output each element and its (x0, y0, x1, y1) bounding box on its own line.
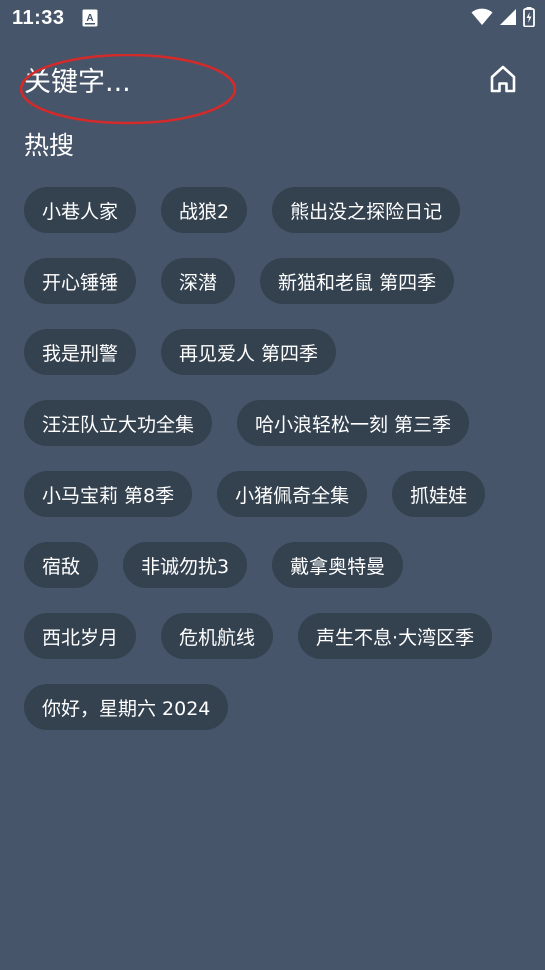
wifi-icon (471, 8, 493, 30)
status-bar: 11:33 A (0, 0, 545, 38)
hot-search-tag[interactable]: 我是刑警 (24, 329, 137, 375)
hot-search-tag[interactable]: 汪汪队立大功全集 (24, 400, 213, 446)
hot-search-tag[interactable]: 宿敌 (24, 542, 99, 588)
home-icon (488, 64, 518, 98)
hot-search-tag[interactable]: 再见爱人 第四季 (161, 329, 337, 375)
battery-charging-icon (523, 7, 535, 31)
status-icons (471, 7, 535, 31)
hot-search-tag[interactable]: 你好，星期六 2024 (24, 684, 229, 730)
hot-search-tag[interactable]: 危机航线 (161, 613, 274, 659)
hot-search-tag[interactable]: 熊出没之探险日记 (272, 187, 461, 233)
hot-search-tag[interactable]: 抓娃娃 (392, 471, 486, 517)
app-a-icon: A (82, 9, 98, 27)
search-input[interactable] (24, 62, 444, 102)
hot-search-tag[interactable]: 哈小浪轻松一刻 第三季 (237, 400, 470, 446)
home-button[interactable] (484, 62, 522, 100)
search-header (0, 56, 545, 112)
hot-search-tag[interactable]: 非诚勿扰3 (123, 542, 248, 588)
hot-search-tags: 小巷人家 战狼2 熊出没之探险日记 开心锤锤 深潜 新猫和老鼠 第四季 我是刑警… (24, 187, 529, 730)
hot-search-tag[interactable]: 小猪佩奇全集 (217, 471, 368, 517)
signal-icon (499, 8, 517, 30)
hot-search-tag[interactable]: 戴拿奥特曼 (272, 542, 404, 588)
hot-search-tag[interactable]: 声生不息·大湾区季 (298, 613, 493, 659)
hot-search-tag[interactable]: 战狼2 (161, 187, 248, 233)
svg-text:A: A (86, 13, 93, 24)
hot-search-tag[interactable]: 小巷人家 (24, 187, 137, 233)
hot-search-tag[interactable]: 小马宝莉 第8季 (24, 471, 193, 517)
hot-search-tag[interactable]: 西北岁月 (24, 613, 137, 659)
status-time: 11:33 (12, 7, 65, 29)
hot-search-title: 热搜 (24, 131, 75, 160)
hot-search-tag[interactable]: 新猫和老鼠 第四季 (260, 258, 455, 304)
hot-search-tag[interactable]: 深潜 (161, 258, 236, 304)
hot-search-tag[interactable]: 开心锤锤 (24, 258, 137, 304)
